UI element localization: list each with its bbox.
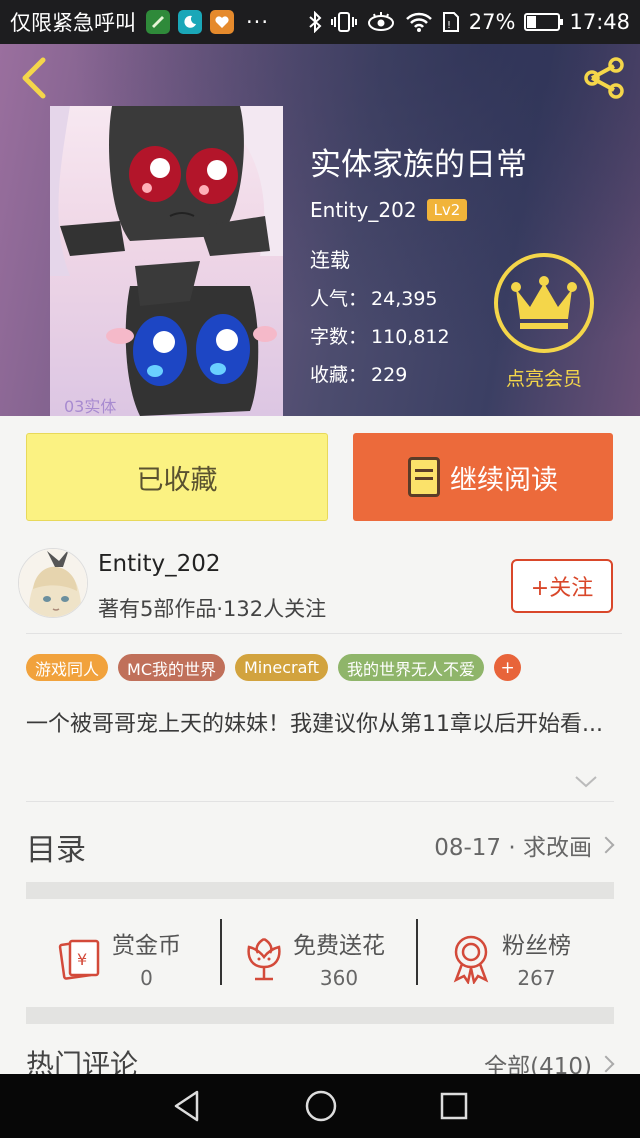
share-button[interactable]	[580, 54, 628, 102]
chevron-down-icon	[575, 776, 597, 788]
nav-recents-icon[interactable]	[439, 1091, 469, 1121]
author-meta: 著有5部作品·132人关注	[98, 597, 327, 621]
word-count-value: 110,812	[371, 326, 450, 348]
notification-app-icon-2	[178, 10, 202, 34]
divider	[220, 919, 222, 985]
reward-value: 360	[319, 966, 359, 990]
tag-chip[interactable]: MC我的世界	[118, 654, 225, 681]
chevron-right-icon	[597, 836, 615, 854]
favorites-value: 229	[371, 364, 408, 386]
toc-latest-chapter[interactable]: 08-17 · 求改画	[434, 828, 615, 862]
expand-intro-button[interactable]	[574, 774, 598, 793]
nav-home-icon[interactable]	[304, 1089, 338, 1123]
section-separator	[26, 882, 614, 899]
book-cover-image[interactable]: 03实体	[50, 106, 283, 416]
book-title: 实体家族的日常	[310, 147, 527, 183]
divider	[26, 633, 622, 634]
book-header: 03实体 实体家族的日常 Entity_202 Lv2 连载 人气： 24,395…	[0, 44, 640, 416]
favorites-stat: 收藏： 229	[310, 360, 407, 387]
battery-percent: 27%	[468, 10, 516, 34]
ribbon-medal-icon	[453, 935, 489, 984]
book-intro[interactable]: 一个被哥哥宠上天的妹妹！我建议你从第11章以后开始看...	[26, 710, 616, 740]
book-icon	[408, 457, 440, 497]
notification-app-icon-1	[146, 10, 170, 34]
eye-comfort-icon	[367, 12, 394, 31]
reward-value: 267	[517, 966, 556, 990]
reward-label: 免费送花	[293, 933, 385, 959]
share-icon	[584, 57, 624, 99]
vip-button[interactable]	[494, 253, 594, 353]
battery-icon	[524, 13, 564, 31]
flower-icon	[247, 937, 281, 981]
crown-icon	[511, 276, 577, 329]
notification-app-icon-3	[210, 10, 234, 34]
follow-button[interactable]: +关注	[511, 559, 613, 613]
word-count-stat: 字数： 110,812	[310, 322, 450, 349]
tag-label: 我的世界无人不爱	[347, 659, 476, 679]
reward-coins-button[interactable]: ¥ 赏金币 0	[56, 911, 181, 1005]
toc-label[interactable]: 目录	[26, 825, 86, 869]
author-avatar[interactable]	[18, 548, 88, 618]
cover-watermark: 03实体	[64, 397, 116, 416]
carrier-text: 仅限紧急呼叫	[10, 11, 136, 35]
continue-reading-label: 继续阅读	[450, 464, 558, 496]
free-flower-button[interactable]: 免费送花 360	[241, 911, 385, 1005]
tag-chip[interactable]: Minecraft	[235, 654, 329, 681]
back-arrow-icon	[22, 57, 46, 99]
tag-list: 游戏同人 MC我的世界 Minecraft 我的世界无人不爱 +	[26, 654, 522, 681]
word-count-label: 字数：	[310, 326, 368, 348]
add-tag-button[interactable]: +	[494, 654, 522, 681]
popularity-label: 人气：	[310, 288, 368, 310]
level-badge: Lv2	[426, 199, 468, 221]
author-name[interactable]: Entity_202	[98, 551, 221, 577]
reward-label: 粉丝榜	[502, 933, 571, 959]
favorited-label: 已收藏	[136, 464, 218, 496]
bluetooth-icon	[309, 11, 322, 33]
svg-text:¥: ¥	[77, 950, 87, 969]
reward-value: 0	[140, 966, 153, 990]
vip-label[interactable]: 点亮会员	[494, 364, 594, 391]
nav-back-icon[interactable]	[171, 1089, 203, 1123]
reward-label: 赏金币	[112, 933, 181, 959]
tag-label: 游戏同人	[35, 659, 100, 679]
coin-envelope-icon: ¥	[58, 939, 100, 980]
continue-reading-button[interactable]: 继续阅读	[353, 433, 613, 521]
tag-chip[interactable]: 游戏同人	[26, 654, 109, 681]
back-button[interactable]	[14, 56, 54, 100]
clock: 17:48	[569, 10, 630, 34]
favorited-button[interactable]: 已收藏	[26, 433, 328, 521]
sim-card-icon: !	[442, 12, 459, 32]
chevron-right-icon	[597, 1055, 615, 1073]
toc-latest-text: 08-17 · 求改画	[434, 835, 592, 861]
fan-ranking-button[interactable]: 粉丝榜 267	[448, 911, 571, 1005]
favorites-label: 收藏：	[310, 364, 368, 386]
system-nav-bar	[0, 1074, 640, 1138]
tag-label: Minecraft	[244, 658, 320, 677]
popularity-stat: 人气： 24,395	[310, 284, 438, 311]
vibrate-icon	[330, 12, 357, 32]
status-bar: 仅限紧急呼叫 ··· ! 27% 17:48	[0, 0, 640, 44]
wifi-icon	[405, 12, 432, 32]
tag-chip[interactable]: 我的世界无人不爱	[338, 654, 485, 681]
tag-label: MC我的世界	[127, 659, 216, 679]
header-author-row[interactable]: Entity_202 Lv2	[310, 198, 468, 222]
serial-status: 连载	[310, 248, 350, 272]
popularity-value: 24,395	[371, 288, 438, 310]
more-notifications-icon: ···	[246, 10, 270, 34]
header-author-name[interactable]: Entity_202	[310, 198, 417, 222]
divider	[416, 919, 418, 985]
svg-text:!: !	[447, 20, 451, 31]
divider	[26, 801, 614, 802]
section-separator	[26, 1007, 614, 1024]
